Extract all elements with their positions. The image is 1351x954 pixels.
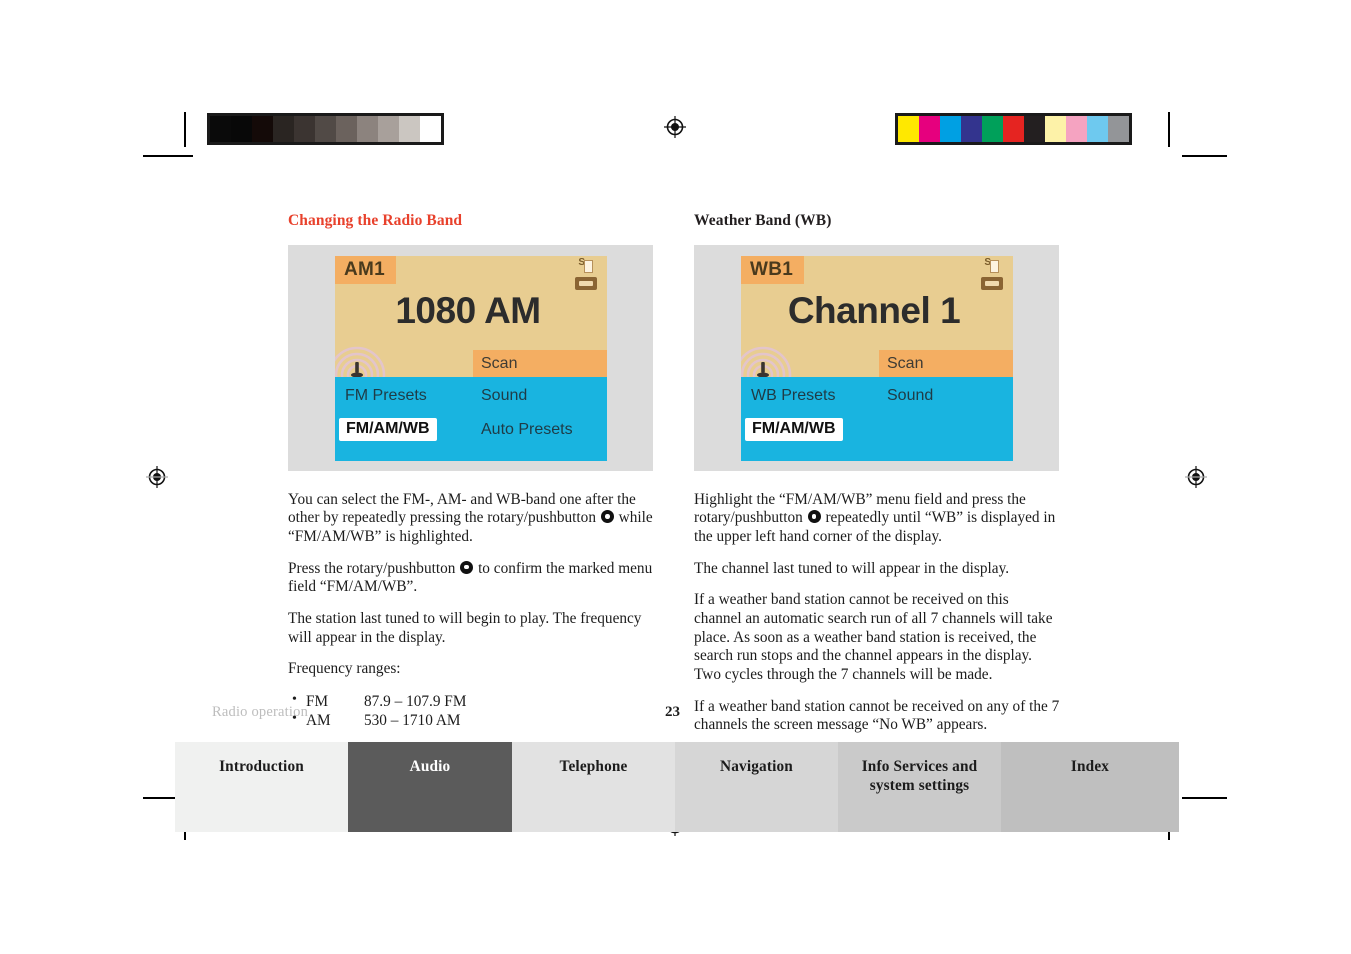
rotary-pushbutton-icon	[460, 560, 474, 574]
section-tab-bar: Introduction Audio Telephone Navigation Info…	[175, 742, 1179, 832]
color-swatch-1	[919, 116, 940, 142]
grayscale-swatch-7	[357, 116, 378, 142]
registration-mark-left	[146, 466, 168, 488]
paragraph-frequency-ranges-label: Frequency ranges:	[288, 660, 401, 678]
cassette-icon	[981, 276, 1003, 290]
menu-item-scan[interactable]: Scan	[879, 349, 1013, 377]
menu-item-scan[interactable]: Scan	[473, 349, 607, 377]
grayscale-swatch-10	[420, 116, 441, 142]
crop-mark-top-left-vertical	[184, 112, 186, 147]
page-title-weather-band: Weather Band (WB)	[694, 212, 832, 229]
color-swatch-2	[940, 116, 961, 142]
color-swatch-6	[1024, 116, 1045, 142]
radio-screen-wb: WB1 S Channel 1 Scan WB Presets Sound FM…	[741, 255, 1013, 461]
menu-item-wb-presets[interactable]: WB Presets	[751, 387, 835, 405]
figure-wb-radio-display: WB1 S Channel 1 Scan WB Presets Sound FM…	[694, 244, 1059, 471]
radio-screen-am: AM1 S 1080 AM Scan FM Presets Sound FM/A…	[335, 255, 607, 461]
grayscale-swatch-1	[231, 116, 252, 142]
grayscale-swatch-4	[294, 116, 315, 142]
color-swatch-4	[982, 116, 1003, 142]
color-swatch-9	[1087, 116, 1108, 142]
grayscale-swatch-9	[399, 116, 420, 142]
freq-band-label: FM	[306, 692, 329, 710]
crop-mark-top-right-horizontal	[1182, 155, 1227, 157]
menu-item-fm-am-wb-selected[interactable]: FM/AM/WB	[745, 417, 843, 441]
channel-readout: Channel 1	[787, 289, 961, 331]
tab-navigation[interactable]: Navigation	[675, 742, 838, 832]
grayscale-swatch-6	[336, 116, 357, 142]
frequency-readout: 1080 AM	[395, 289, 541, 331]
band-indicator-am1: AM1	[335, 255, 397, 284]
color-swatch-0	[898, 116, 919, 142]
paragraph-select-band-part1: You can select the FM-, AM- and WB-band …	[288, 490, 636, 527]
tab-introduction[interactable]: Introduction	[175, 742, 348, 832]
grayscale-swatch-0	[210, 116, 231, 142]
menu-item-auto-presets[interactable]: Auto Presets	[481, 421, 573, 439]
document-page: Changing the Radio Band AM1 S 1080 AM Sc…	[0, 0, 1351, 954]
cassette-icon	[575, 276, 597, 290]
tab-telephone[interactable]: Telephone	[512, 742, 675, 832]
right-content-column: Weather Band (WB) WB1 S Channel 1 Scan W…	[694, 212, 1060, 735]
grayscale-swatch-2	[252, 116, 273, 142]
tab-audio[interactable]: Audio	[348, 742, 512, 832]
paragraph-press-confirm: Press the rotary/pushbutton to confirm t…	[288, 560, 654, 597]
page-title-changing-radio-band: Changing the Radio Band	[288, 212, 463, 229]
figure-am-radio-display: AM1 S 1080 AM Scan FM Presets Sound FM/A…	[288, 244, 653, 471]
menu-item-sound[interactable]: Sound	[481, 387, 527, 405]
color-swatch-5	[1003, 116, 1024, 142]
paragraph-select-band: You can select the FM-, AM- and WB-band …	[288, 491, 654, 547]
freq-band-range: 87.9 – 107.9 FM	[364, 692, 467, 710]
right-body-text: Highlight the “FM/AM/WB” menu field and …	[694, 491, 1060, 735]
rotary-pushbutton-icon	[807, 510, 821, 524]
color-calibration-strip	[895, 113, 1132, 145]
paragraph-highlight-field: Highlight the “FM/AM/WB” menu field and …	[694, 491, 1060, 547]
registration-mark-right	[1185, 466, 1207, 488]
freq-band-label: AM	[306, 712, 331, 730]
band-indicator-wb1: WB1	[741, 255, 805, 284]
signal-bar-icon	[584, 259, 593, 273]
paragraph-station-plays: The station last tuned to will begin to …	[288, 609, 642, 646]
screen-menu-bar: FM Presets Sound FM/AM/WB Auto Presets	[335, 376, 607, 461]
list-item: FM 87.9 – 107.9 FM	[288, 691, 654, 711]
crop-mark-top-left-horizontal	[143, 155, 193, 157]
menu-item-fm-presets[interactable]: FM Presets	[345, 387, 427, 405]
grayscale-swatch-3	[273, 116, 294, 142]
menu-item-sound[interactable]: Sound	[887, 387, 933, 405]
rotary-pushbutton-icon	[600, 510, 614, 524]
crop-mark-top-right-vertical	[1168, 112, 1170, 147]
registration-mark-top	[664, 116, 686, 138]
grayscale-calibration-strip	[207, 113, 444, 145]
color-swatch-8	[1066, 116, 1087, 142]
tab-index[interactable]: Index	[1001, 742, 1179, 832]
color-swatch-10	[1108, 116, 1129, 142]
paragraph-no-wb-message: If a weather band station cannot be rece…	[694, 697, 1060, 734]
color-swatch-3	[961, 116, 982, 142]
color-swatch-7	[1045, 116, 1066, 142]
left-content-column: Changing the Radio Band AM1 S 1080 AM Sc…	[288, 212, 654, 731]
list-item: AM 530 – 1710 AM	[288, 710, 654, 730]
page-number: 23	[665, 704, 680, 720]
grayscale-swatch-5	[315, 116, 336, 142]
menu-item-fm-am-wb-selected[interactable]: FM/AM/WB	[339, 417, 437, 441]
running-footer-section: Radio operation	[212, 704, 309, 720]
frequency-ranges-list: FM 87.9 – 107.9 FM AM 530 – 1710 AM	[288, 691, 654, 731]
grayscale-swatch-8	[378, 116, 399, 142]
tab-info-services-and-system-settings[interactable]: Info Services and system settings	[838, 742, 1001, 832]
paragraph-automatic-search: If a weather band station cannot be rece…	[694, 591, 1053, 683]
screen-menu-bar: WB Presets Sound FM/AM/WB	[741, 376, 1013, 461]
signal-bar-icon	[990, 259, 999, 273]
paragraph-press-confirm-part1: Press the rotary/pushbutton	[288, 559, 456, 577]
paragraph-channel-appears: The channel last tuned to will appear in…	[694, 559, 1010, 577]
crop-mark-bottom-right-horizontal	[1182, 797, 1227, 799]
left-body-text: You can select the FM-, AM- and WB-band …	[288, 491, 654, 731]
freq-band-range: 530 – 1710 AM	[364, 712, 461, 730]
